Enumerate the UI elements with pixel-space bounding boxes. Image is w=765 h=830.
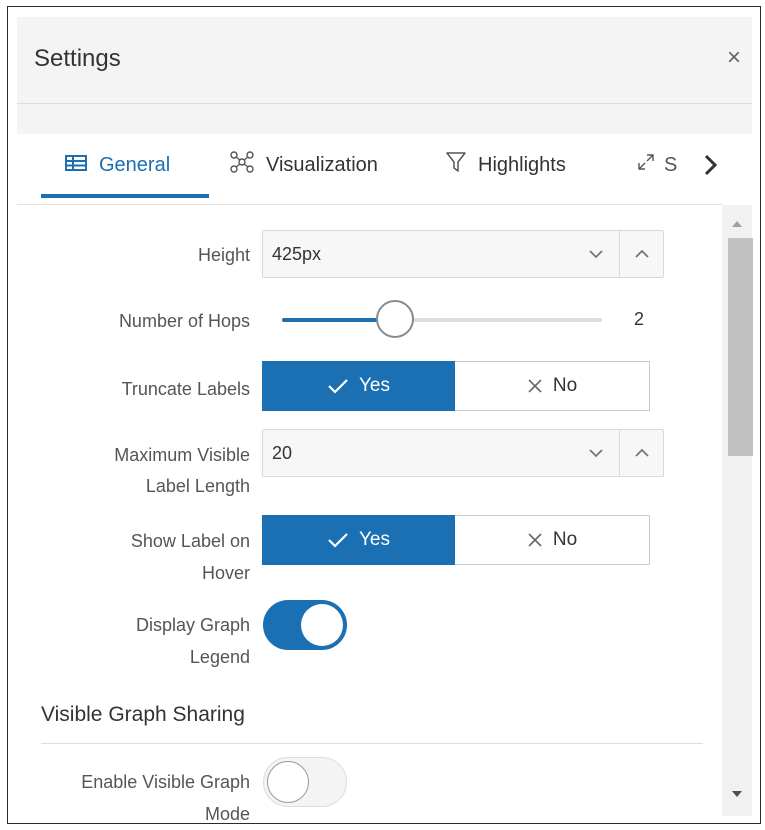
hops-label: Number of Hops <box>118 311 250 331</box>
legend-label-line2: Legend <box>189 647 250 667</box>
check-icon <box>327 531 349 549</box>
x-icon <box>527 532 543 548</box>
chevron-up-icon[interactable] <box>619 231 664 277</box>
scrollbar-thumb[interactable] <box>728 238 753 456</box>
enable-label-line1: Enable Visible Graph <box>81 772 250 792</box>
chevron-right-icon[interactable] <box>700 152 722 178</box>
chevron-down-icon[interactable] <box>574 430 618 476</box>
max-label-line2: Label Length <box>145 476 250 496</box>
filter-icon <box>446 151 466 179</box>
table-icon <box>65 154 87 177</box>
hover-yes-button[interactable]: Yes <box>262 515 455 565</box>
truncate-label: Truncate Labels <box>121 379 250 399</box>
tabs-top-band <box>17 104 752 134</box>
legend-label-line1: Display Graph <box>135 615 250 635</box>
truncate-yes-button[interactable]: Yes <box>262 361 455 411</box>
check-icon <box>327 377 349 395</box>
tab-highlights-label: Highlights <box>478 153 566 176</box>
height-label: Height <box>197 245 250 265</box>
hover-label-line2: Hover <box>201 563 250 583</box>
toggle-knob <box>267 761 309 803</box>
hover-buttonset: Yes No <box>262 515 650 565</box>
tab-visualization[interactable]: Visualization <box>230 150 378 180</box>
tab-highlights[interactable]: Highlights <box>446 150 566 180</box>
max-label-value: 20 <box>272 443 293 463</box>
hover-no-label: No <box>552 529 578 550</box>
truncate-yes-label: Yes <box>359 375 390 396</box>
height-value: 425px <box>272 244 322 264</box>
hover-no-button[interactable]: No <box>455 515 650 565</box>
network-icon <box>230 151 254 179</box>
tab-partial-label: S <box>664 153 678 176</box>
max-label-input[interactable]: 20 <box>262 429 664 477</box>
enable-visible-graph-toggle[interactable] <box>263 757 347 807</box>
truncate-no-label: No <box>552 375 578 396</box>
max-label-line1: Maximum Visible <box>114 445 250 465</box>
truncate-buttonset: Yes No <box>262 361 650 411</box>
tab-general[interactable]: General <box>65 150 170 180</box>
section-title: Visible Graph Sharing <box>41 703 245 726</box>
legend-toggle[interactable] <box>263 600 347 650</box>
toggle-knob <box>301 604 343 646</box>
active-tab-indicator <box>41 194 209 198</box>
hover-yes-label: Yes <box>359 529 390 550</box>
scroll-up-arrow-icon[interactable] <box>727 216 747 232</box>
tab-partial[interactable]: S <box>636 150 677 180</box>
truncate-no-button[interactable]: No <box>455 361 650 411</box>
enable-label-line2: Mode <box>204 804 250 824</box>
hops-slider-thumb[interactable] <box>376 300 414 338</box>
x-icon <box>527 378 543 394</box>
hops-value: 2 <box>634 309 645 329</box>
height-input[interactable]: 425px <box>262 230 664 278</box>
hops-slider-fill <box>282 318 378 322</box>
tab-general-label: General <box>99 153 171 176</box>
tab-visualization-label: Visualization <box>266 153 378 176</box>
chevron-down-icon[interactable] <box>574 231 618 277</box>
chevron-up-icon[interactable] <box>619 430 664 476</box>
hover-label-line1: Show Label on <box>130 531 250 551</box>
close-icon[interactable]: × <box>719 43 749 73</box>
expand-icon <box>636 152 656 178</box>
dialog-header: Settings × <box>17 17 752 104</box>
section-divider <box>41 743 703 744</box>
scroll-down-arrow-icon[interactable] <box>727 786 747 802</box>
dialog-title: Settings <box>34 45 121 72</box>
tabs-divider <box>17 204 722 205</box>
